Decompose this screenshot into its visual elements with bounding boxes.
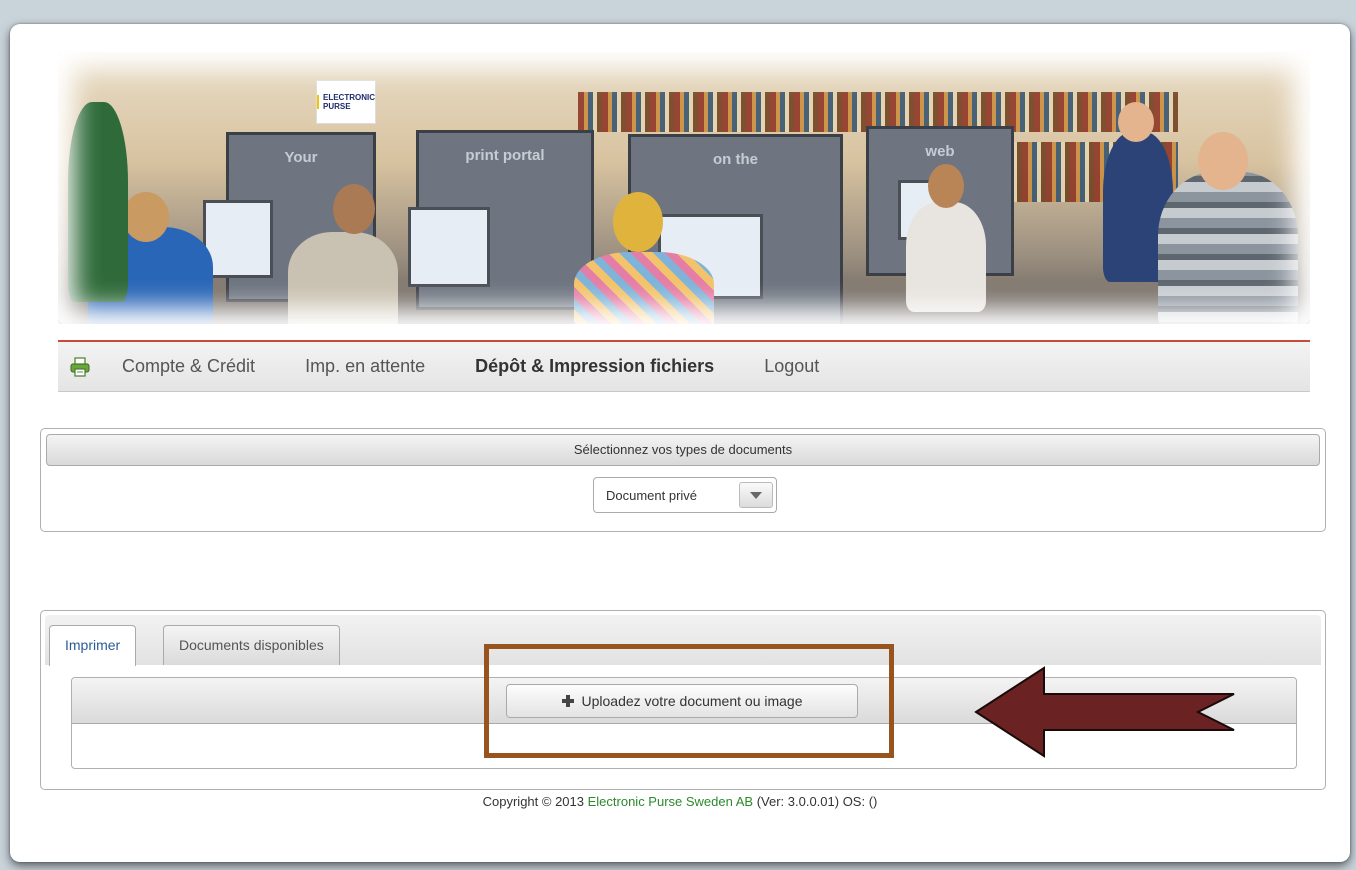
footer-copyright: Copyright © 2013 — [482, 794, 588, 809]
main-nav: Compte & Crédit Imp. en attente Dépôt & … — [58, 340, 1310, 392]
tab-print[interactable]: Imprimer — [49, 625, 137, 666]
footer-company-link[interactable]: Electronic Purse Sweden AB — [588, 794, 753, 809]
printer-icon — [68, 355, 92, 379]
footer-version: (Ver: 3.0.0.01) OS: () — [753, 794, 878, 809]
document-type-select[interactable]: Document privé — [593, 477, 777, 513]
nav-item-logout[interactable]: Logout — [764, 356, 819, 377]
annotation-arrow-icon — [972, 664, 1238, 765]
chevron-down-icon[interactable] — [739, 482, 773, 508]
app-window: Your print portal on the web ELECTRONIC … — [10, 24, 1350, 862]
tab-available-documents[interactable]: Documents disponibles — [163, 625, 340, 665]
header-banner: Your print portal on the web ELECTRONIC … — [58, 52, 1310, 324]
footer: Copyright © 2013 Electronic Purse Sweden… — [10, 794, 1350, 809]
banner-fade — [58, 52, 1310, 324]
annotation-highlight-box — [484, 644, 894, 758]
document-type-panel: Sélectionnez vos types de documents Docu… — [40, 428, 1326, 532]
nav-item-pending-prints[interactable]: Imp. en attente — [305, 356, 425, 377]
nav-item-upload-print[interactable]: Dépôt & Impression fichiers — [475, 356, 714, 377]
document-type-header: Sélectionnez vos types de documents — [46, 434, 1320, 466]
nav-item-account-credit[interactable]: Compte & Crédit — [122, 356, 255, 377]
document-type-value: Document privé — [606, 487, 698, 503]
